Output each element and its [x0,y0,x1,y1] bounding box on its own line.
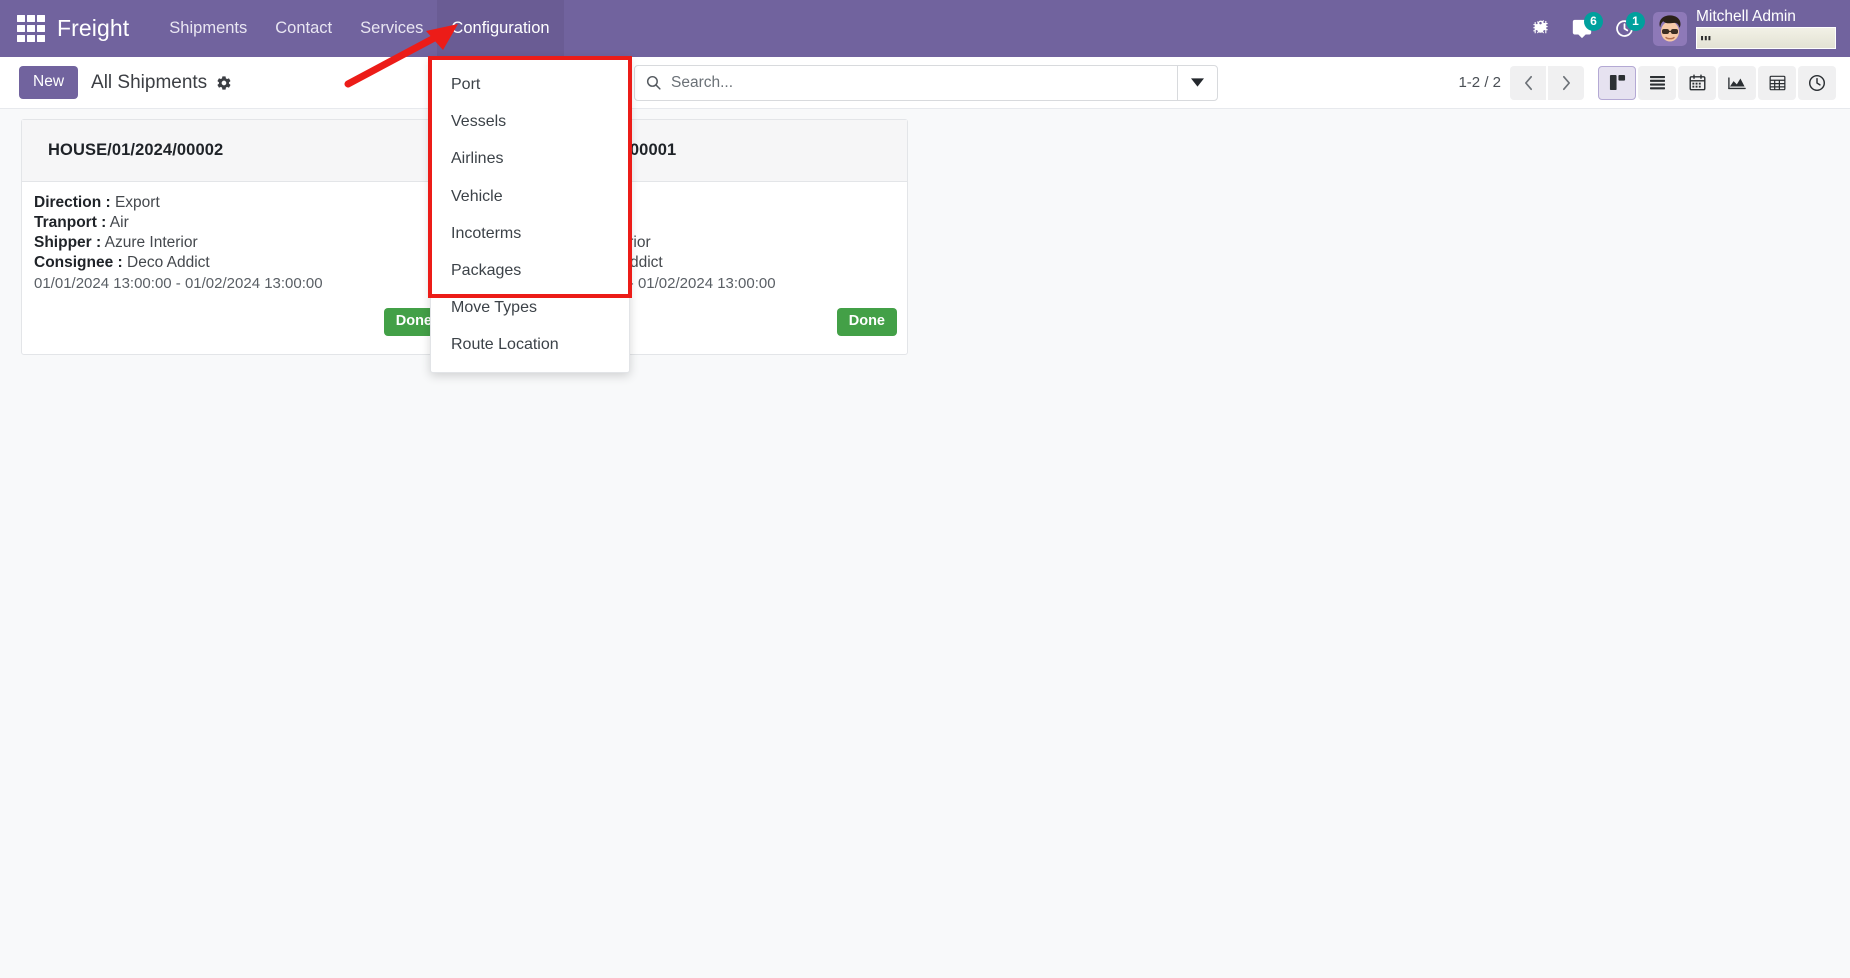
user-menu[interactable]: Mitchell Admin ▮▮▮ [1696,8,1842,50]
kanban-card[interactable]: HOUSE/01/2024/00002 Direction : Export T… [21,119,455,355]
control-panel-right: 1-2 / 2 [1458,65,1836,100]
menu-item-packages[interactable]: Packages [431,252,629,289]
field-transport-value: Air [109,213,129,231]
status-badge[interactable]: Done [836,308,897,336]
search-input[interactable] [671,65,1177,100]
nav-item-services[interactable]: Services [346,0,437,57]
pager: 1-2 / 2 [1458,65,1584,100]
field-shipper: Shipper : Azure Interior [34,233,442,253]
nav-item-configuration[interactable]: Configuration [437,0,564,57]
top-navbar: Freight Shipments Contact Services Confi… [0,0,1850,57]
pager-next-button[interactable] [1548,65,1584,100]
menu-item-route-location[interactable]: Route Location [431,326,629,363]
search-icon [635,66,671,100]
apps-grid-icon[interactable] [17,14,45,43]
view-switcher [1598,65,1836,100]
view-button-kanban[interactable] [1598,65,1636,100]
user-name: Mitchell Admin [1696,7,1796,25]
activities-clock-icon[interactable]: 1 [1605,10,1645,48]
field-direction-value: Export [114,194,160,211]
user-avatar[interactable] [1653,11,1687,46]
search-dropdown-toggle[interactable] [1177,65,1217,100]
systray: 6 1 Mitchell Admin ▮▮▮ [1519,0,1850,57]
kanban-card-footer: Done [22,304,454,353]
search-bar[interactable] [634,64,1218,101]
field-transport-label: Tranport : [34,213,107,231]
pager-previous-button[interactable] [1510,65,1546,100]
user-tooltip-mark: ▮▮▮ [1700,33,1712,42]
gear-icon[interactable] [216,75,232,91]
nav-item-contact[interactable]: Contact [261,0,346,57]
field-direction-label: Direction : [34,194,111,211]
field-consignee-value: Deco Addict [127,253,210,271]
menu-item-port[interactable]: Port [431,66,629,103]
configuration-dropdown-menu: Port Vessels Airlines Vehicle Incoterms … [430,57,630,373]
activities-badge: 1 [1626,11,1645,31]
menu-item-move-types[interactable]: Move Types [431,289,629,326]
view-button-list[interactable] [1638,65,1676,100]
menu-item-vehicle[interactable]: Vehicle [431,178,629,215]
brand-freight[interactable]: Freight [57,17,129,40]
new-button[interactable]: New [19,66,79,99]
view-button-pivot[interactable] [1758,65,1796,100]
messages-badge: 6 [1584,11,1603,31]
control-panel: New All Shipments 1-2 / [0,57,1850,109]
menu-item-incoterms[interactable]: Incoterms [431,215,629,252]
field-shipper-label: Shipper : [34,233,102,251]
kanban-card-header: HOUSE/01/2024/00002 [22,120,454,182]
view-button-calendar[interactable] [1678,65,1716,100]
menu-item-vessels[interactable]: Vessels [431,103,629,140]
view-button-activity[interactable] [1798,65,1836,100]
field-consignee-label: Consignee : [34,253,123,271]
nav-item-shipments[interactable]: Shipments [155,0,261,57]
kanban-card-body: Direction : Export Tranport : Air Shippe… [22,182,454,304]
field-transport: Tranport : Air [34,213,442,233]
pager-value: 1-2 / 2 [1458,74,1501,91]
user-tooltip-box: ▮▮▮ [1696,27,1836,50]
configuration-dropdown: Port Vessels Airlines Vehicle Incoterms … [430,57,630,373]
messages-icon[interactable]: 6 [1563,10,1603,48]
page-title: All Shipments [91,71,208,93]
menu-item-airlines[interactable]: Airlines [431,140,629,177]
kanban-view: HOUSE/01/2024/00002 Direction : Export T… [0,110,1850,978]
view-button-graph[interactable] [1718,65,1756,100]
kanban-records-row: HOUSE/01/2024/00002 Direction : Export T… [21,119,1850,355]
field-shipper-value: Azure Interior [104,233,198,251]
kanban-card-title: HOUSE/01/2024/00002 [48,141,224,159]
breadcrumb: All Shipments [91,72,232,94]
bug-icon[interactable] [1521,10,1559,48]
field-date-range: 01/01/2024 13:00:00 - 01/02/2024 13:00:0… [34,274,323,292]
field-direction: Direction : Export [34,193,442,213]
app-root: Freight Shipments Contact Services Confi… [0,0,1850,978]
field-consignee: Consignee : Deco Addict [34,253,442,273]
